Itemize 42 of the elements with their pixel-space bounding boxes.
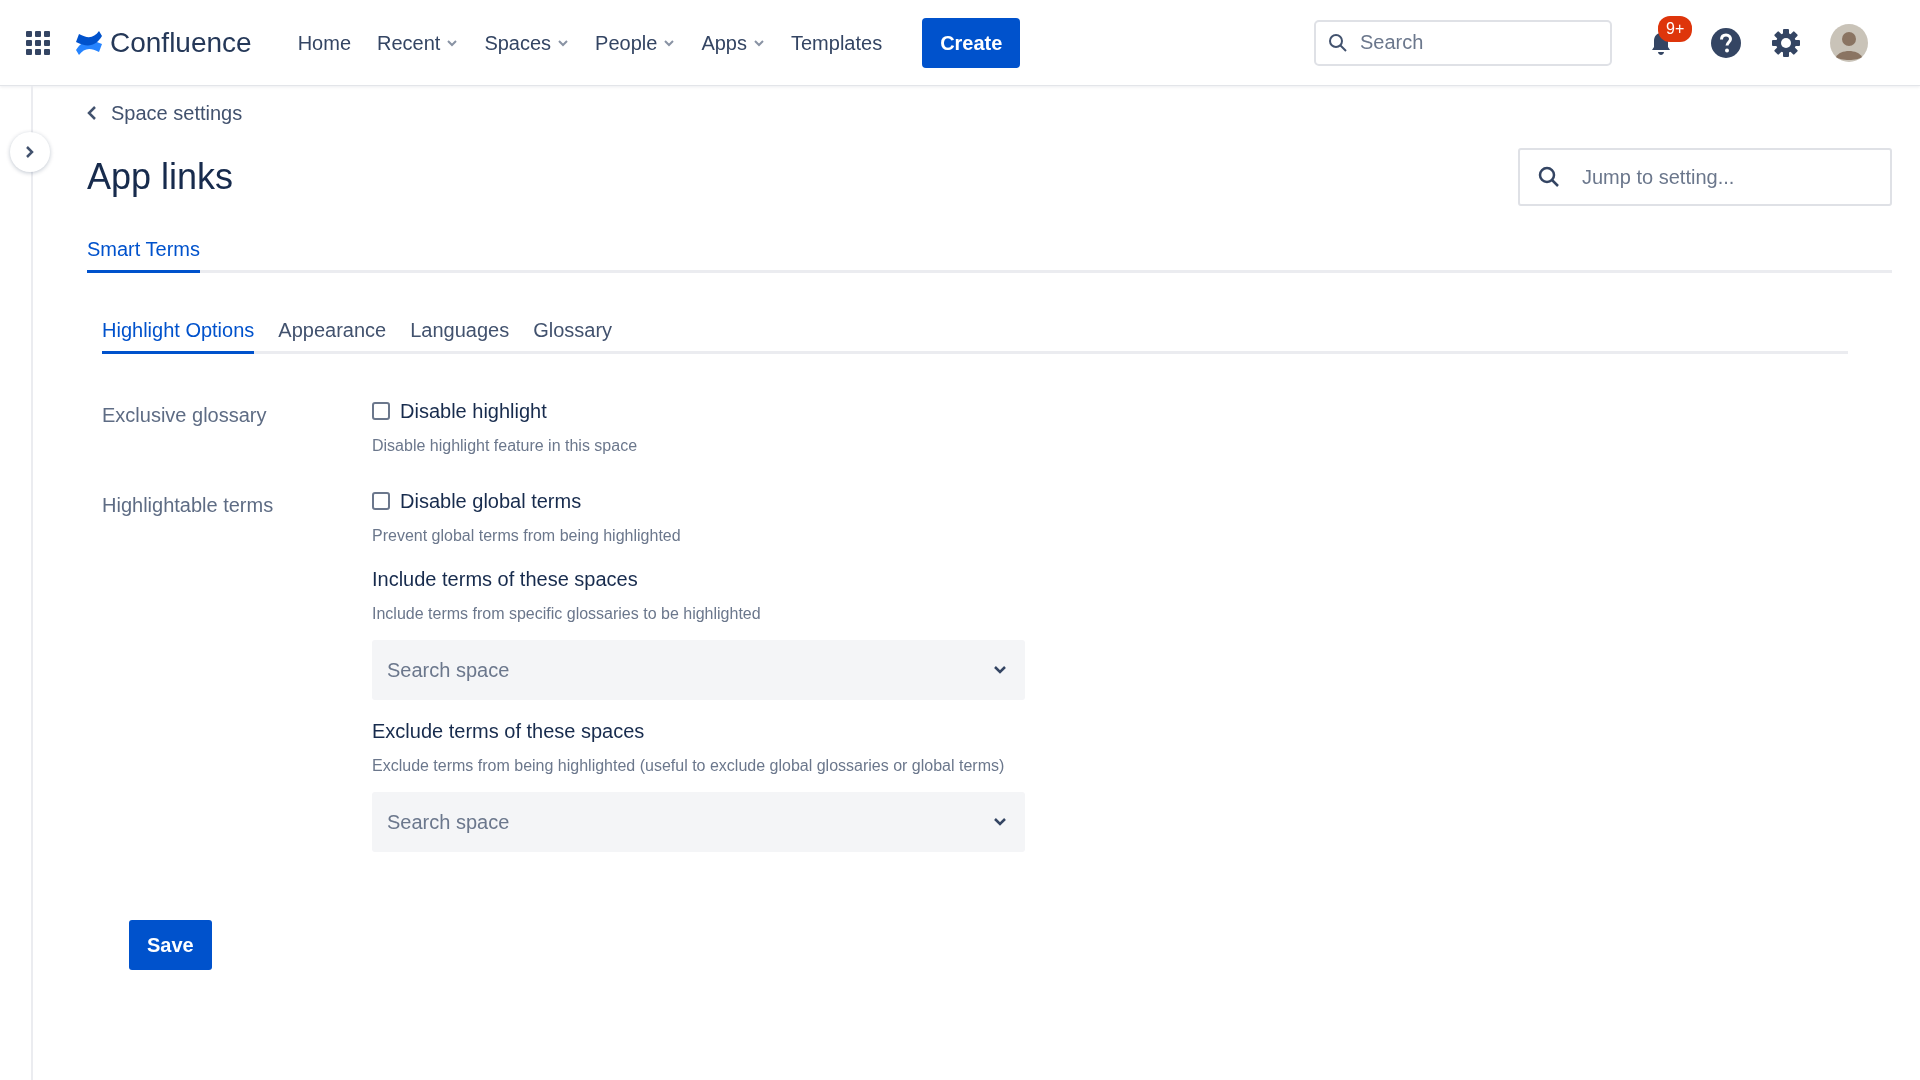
tab[interactable]: Glossary (533, 315, 613, 354)
help-text: Include terms from specific glossaries to be highlighted (372, 604, 762, 624)
setting-label: Exclusive glossary (102, 403, 268, 428)
back-link[interactable]: Space settings (87, 98, 243, 128)
nav-menu-item[interactable]: Home (295, 21, 353, 64)
chevron-right-icon (25, 145, 35, 159)
tab[interactable]: Languages (410, 315, 510, 354)
help-text: Exclude terms from being highlighted (useful to exclude global glossaries or global terms) (372, 756, 1006, 776)
nav-menu-item[interactable]: People (593, 21, 678, 64)
space-select[interactable]: Search space (372, 640, 1025, 700)
field-label: Exclude terms of these spaces (372, 719, 646, 744)
help-text: Prevent global terms from being highlighted (372, 526, 682, 546)
jump-to-setting-field[interactable]: Jump to setting... (1518, 148, 1892, 206)
chevron-left-icon (87, 105, 97, 121)
nav-menu-item[interactable]: Templates (789, 21, 885, 64)
help-text: Disable highlight feature in this space (372, 436, 638, 456)
tab[interactable]: Highlight Options (102, 315, 255, 354)
logo-icon[interactable] (74, 29, 104, 56)
tab[interactable]: Smart Terms (87, 234, 200, 273)
nav-menu-item[interactable]: Spaces (482, 21, 572, 64)
space-select[interactable]: Search space (372, 792, 1025, 852)
checkbox[interactable] (372, 492, 390, 510)
page-title: App links (87, 155, 234, 199)
checkbox-label[interactable]: Disable highlight (400, 396, 547, 426)
field-label: Include terms of these spaces (372, 567, 639, 592)
app-switcher-icon[interactable] (26, 30, 50, 55)
setting-label: Highlightable terms (102, 493, 275, 518)
chevron-down-icon (993, 665, 1007, 675)
save-button[interactable]: Save (129, 920, 212, 970)
chevron-down-icon (993, 817, 1007, 827)
settings-icon[interactable] (1770, 26, 1802, 59)
nav-menu-item[interactable]: Recent (375, 21, 461, 64)
avatar-icon[interactable] (1830, 23, 1868, 62)
search-field[interactable]: Search (1314, 19, 1612, 66)
checkbox-label[interactable]: Disable global terms (400, 486, 582, 516)
create-button[interactable]: Create (922, 17, 1021, 68)
tab[interactable]: Appearance (278, 315, 387, 354)
checkbox[interactable] (372, 402, 390, 420)
help-icon[interactable] (1710, 26, 1742, 59)
notification-badge: 9+ (1658, 15, 1693, 42)
product-name[interactable]: Confluence (110, 21, 252, 64)
nav-menu-item[interactable]: Apps (699, 21, 767, 64)
